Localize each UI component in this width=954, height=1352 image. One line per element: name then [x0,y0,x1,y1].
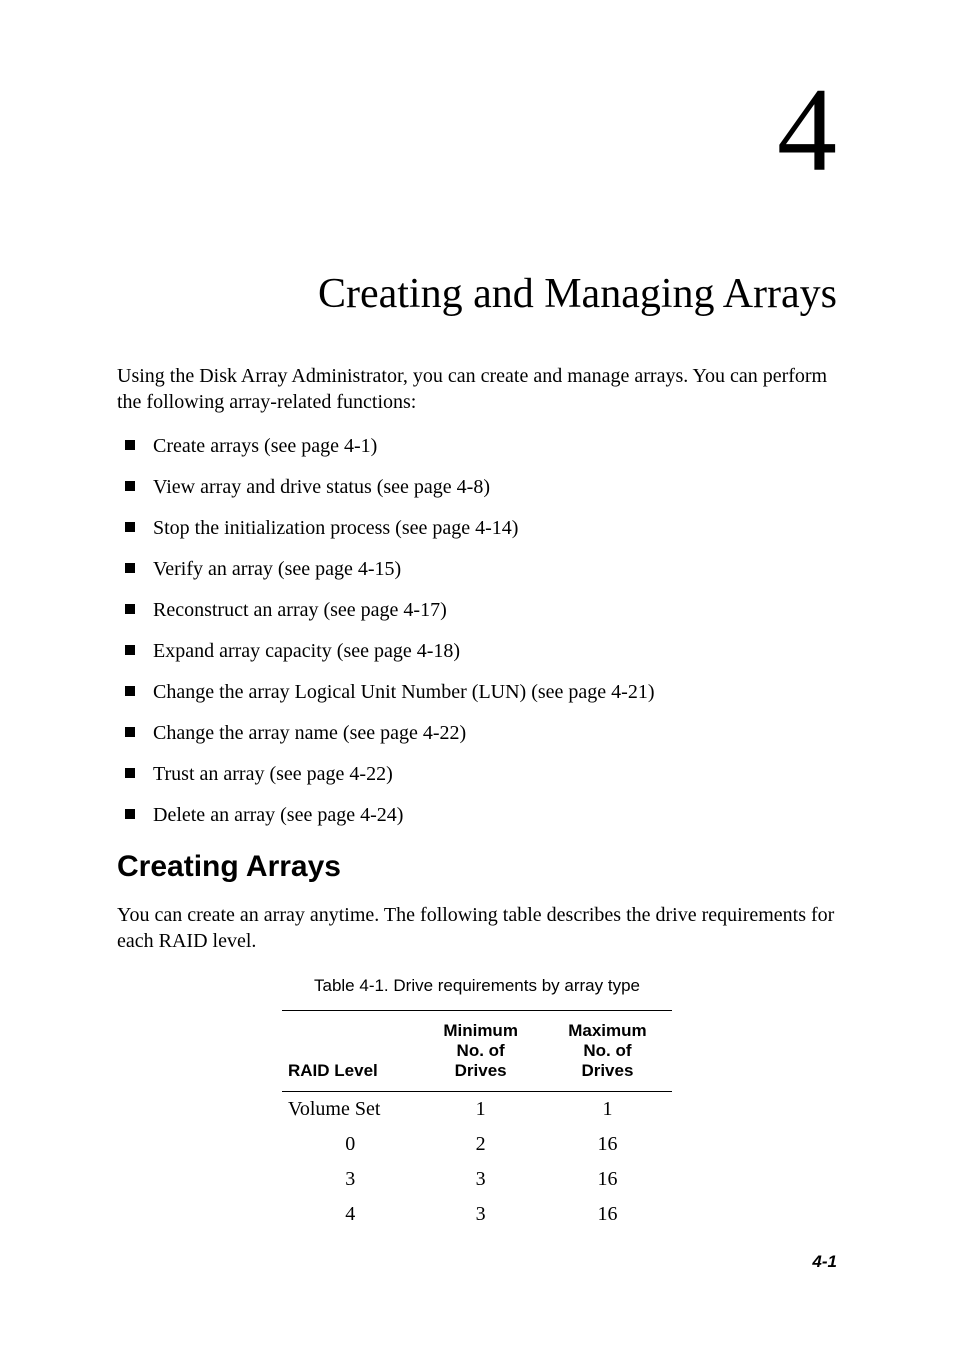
page-number: 4-1 [812,1252,837,1272]
table-row: 4 3 16 [282,1197,672,1232]
list-item-text: Verify an array (see page 4-15) [153,558,401,580]
list-item: Create arrays (see page 4-1) [153,433,837,459]
table-cell-min: 1 [418,1092,542,1128]
table-header-min: Minimum No. of Drives [418,1011,542,1092]
table-cell-max: 16 [543,1127,672,1162]
table-cell-raid: 4 [282,1197,418,1232]
table-cell-raid: Volume Set [282,1092,418,1128]
list-item-text: Stop the initialization process (see pag… [153,517,518,539]
bullet-icon [125,727,135,737]
header-max-line2: No. of [583,1041,631,1060]
table-cell-raid: 3 [282,1162,418,1197]
list-item: Change the array name (see page 4-22) [153,720,837,746]
table-cell-max: 16 [543,1197,672,1232]
table-header-max: Maximum No. of Drives [543,1011,672,1092]
header-min-line1: Minimum [443,1021,518,1040]
list-item-text: Trust an array (see page 4-22) [153,763,393,785]
list-item: Stop the initialization process (see pag… [153,515,837,541]
table-caption: Table 4-1. Drive requirements by array t… [117,976,837,996]
bullet-icon [125,563,135,573]
list-item: Change the array Logical Unit Number (LU… [153,679,837,705]
bullet-icon [125,440,135,450]
intro-paragraph: Using the Disk Array Administrator, you … [117,363,837,415]
table-cell-raid: 0 [282,1127,418,1162]
bullet-icon [125,645,135,655]
list-item: Reconstruct an array (see page 4-17) [153,597,837,623]
table-header-row: RAID Level Minimum No. of Drives Maximum… [282,1011,672,1092]
table-cell-min: 3 [418,1197,542,1232]
bullet-icon [125,809,135,819]
chapter-number: 4 [117,70,837,190]
header-max-line3: Drives [581,1061,633,1080]
table-row: 3 3 16 [282,1162,672,1197]
list-item: Trust an array (see page 4-22) [153,761,837,787]
function-list: Create arrays (see page 4-1) View array … [117,433,837,828]
header-min-line2: No. of [457,1041,505,1060]
list-item-text: Delete an array (see page 4-24) [153,804,403,826]
requirements-table: RAID Level Minimum No. of Drives Maximum… [282,1010,672,1232]
header-max-line1: Maximum [568,1021,646,1040]
list-item: Expand array capacity (see page 4-18) [153,638,837,664]
section-paragraph: You can create an array anytime. The fol… [117,902,837,954]
table-row: 0 2 16 [282,1127,672,1162]
table-cell-min: 3 [418,1162,542,1197]
table-row: Volume Set 1 1 [282,1092,672,1128]
bullet-icon [125,604,135,614]
list-item-text: Reconstruct an array (see page 4-17) [153,599,447,621]
table-cell-max: 1 [543,1092,672,1128]
header-min-line3: Drives [455,1061,507,1080]
table-cell-max: 16 [543,1162,672,1197]
bullet-icon [125,686,135,696]
table-cell-min: 2 [418,1127,542,1162]
section-heading: Creating Arrays [117,850,837,884]
list-item: Verify an array (see page 4-15) [153,556,837,582]
bullet-icon [125,768,135,778]
bullet-icon [125,522,135,532]
list-item-text: Expand array capacity (see page 4-18) [153,640,460,662]
list-item-text: View array and drive status (see page 4-… [153,476,490,498]
list-item-text: Change the array Logical Unit Number (LU… [153,681,654,703]
list-item-text: Create arrays (see page 4-1) [153,435,377,457]
list-item: Delete an array (see page 4-24) [153,802,837,828]
bullet-icon [125,481,135,491]
chapter-title: Creating and Managing Arrays [117,270,837,318]
table-header-raid: RAID Level [282,1011,418,1092]
list-item: View array and drive status (see page 4-… [153,474,837,500]
list-item-text: Change the array name (see page 4-22) [153,722,466,744]
